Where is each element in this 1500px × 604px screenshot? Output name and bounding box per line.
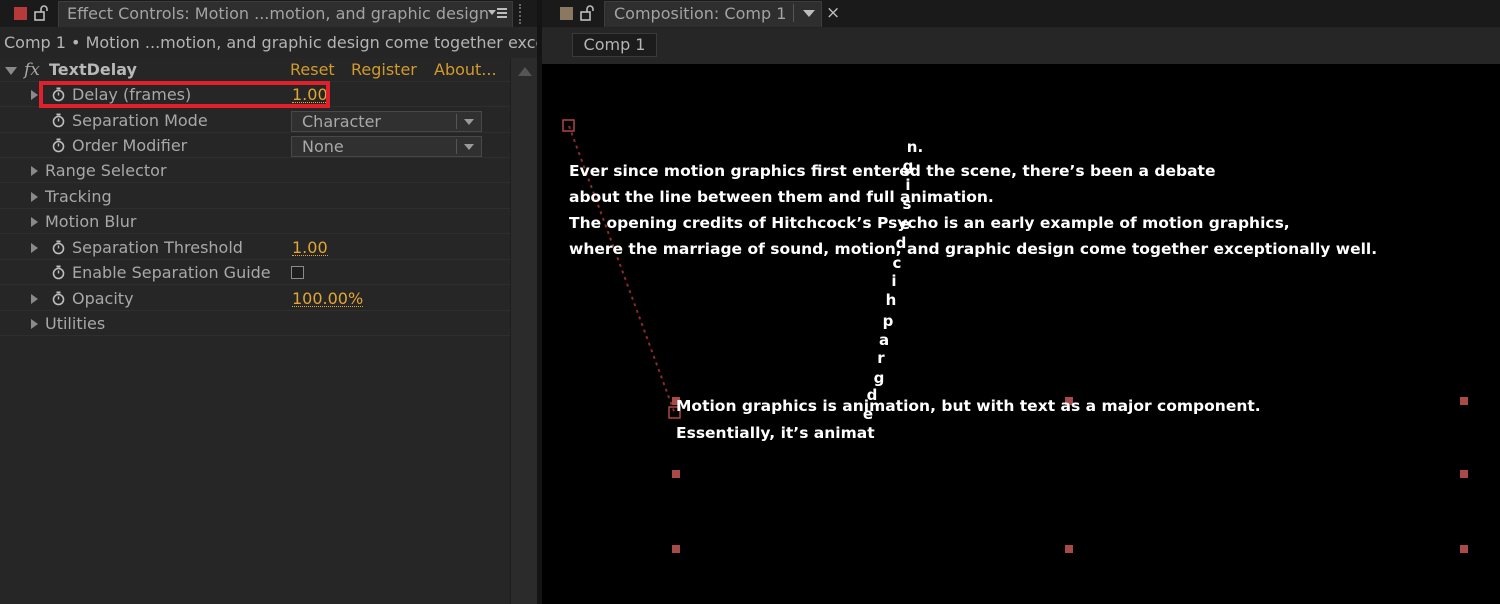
falling-char: p	[882, 312, 894, 330]
property-group-motion-blur[interactable]: Motion Blur	[0, 209, 510, 234]
comp-text-line-3: The opening credits of Hitchcock’s Psych…	[569, 214, 1290, 232]
range-selector-label: Range Selector	[45, 161, 167, 180]
separation-mode-dropdown[interactable]: Character	[291, 111, 482, 132]
layer-handle-bottom-middle[interactable]	[1065, 545, 1073, 553]
lock-icon[interactable]	[580, 5, 594, 21]
order-modifier-dropdown[interactable]: None	[291, 136, 482, 157]
tab-separator	[793, 4, 794, 22]
register-link[interactable]: Register	[351, 57, 417, 82]
comp-text2-line-2: Essentially, it’s animat	[676, 424, 875, 442]
falling-char: a	[878, 331, 890, 349]
effect-header-row[interactable]: fx TextDelay Reset Register About...	[0, 58, 510, 82]
falling-char: r	[877, 349, 885, 367]
layer-handle-bottom-right[interactable]	[1460, 545, 1468, 553]
comp-text-line-2: about the line between them and full ani…	[569, 188, 994, 206]
panel-grip[interactable]	[519, 4, 525, 24]
falling-char: d	[895, 234, 907, 252]
panel-menu-icon[interactable]	[486, 3, 510, 23]
separation-threshold-label: Separation Threshold	[72, 238, 243, 257]
falling-char: g	[873, 369, 885, 387]
effect-controls-tabbar: Effect Controls: Motion ...motion, and g…	[0, 0, 537, 27]
falling-char: s	[902, 195, 912, 213]
separation-mode-value: Character	[302, 112, 381, 131]
stopwatch-icon[interactable]	[51, 265, 66, 280]
composition-navigator: Comp 1	[542, 28, 1500, 64]
expand-triangle-icon[interactable]	[31, 243, 38, 253]
opacity-value[interactable]: 100.00%	[292, 286, 364, 308]
falling-char: e	[899, 215, 911, 233]
property-row-separation-mode[interactable]: Separation Mode Character	[0, 108, 510, 133]
chevron-down-icon[interactable]	[803, 10, 815, 17]
fx-icon[interactable]: fx	[24, 58, 40, 82]
motion-path-overlay	[562, 119, 681, 419]
layer-handle-top-right[interactable]	[1460, 397, 1468, 405]
falling-char: i	[905, 176, 911, 194]
reset-link[interactable]: Reset	[290, 57, 335, 82]
lock-icon[interactable]	[34, 5, 48, 21]
falling-char: h	[885, 291, 897, 309]
chevron-down-icon[interactable]	[464, 119, 474, 125]
highlight-box	[39, 81, 330, 108]
falling-char: i	[891, 272, 897, 290]
expand-triangle-icon[interactable]	[31, 294, 38, 304]
scroll-up-icon[interactable]	[518, 67, 532, 76]
falling-char: c	[892, 254, 902, 272]
tracking-label: Tracking	[45, 187, 112, 206]
order-modifier-value: None	[302, 137, 344, 156]
stopwatch-icon[interactable]	[51, 291, 66, 306]
comp-breadcrumb-button[interactable]: Comp 1	[572, 33, 657, 57]
property-row-separation-threshold[interactable]: Separation Threshold 1.00	[0, 235, 510, 260]
composition-tabbar: Composition: Comp 1 ×	[542, 0, 1500, 27]
tab-composition[interactable]: Composition: Comp 1	[604, 1, 822, 27]
stopwatch-icon[interactable]	[51, 240, 66, 255]
opacity-label: Opacity	[72, 289, 134, 308]
layer-handle-middle-left[interactable]	[672, 470, 680, 478]
expand-triangle-icon[interactable]	[31, 166, 38, 176]
separation-mode-label: Separation Mode	[72, 111, 208, 130]
comp-text-line-4: where the marriage of sound, motion, and…	[569, 240, 1378, 258]
close-icon[interactable]: ×	[826, 2, 840, 24]
layer-handle-bottom-left[interactable]	[672, 545, 680, 553]
anchor-point-start	[562, 119, 575, 132]
comp-text2-line-1: Motion graphics is animation, but with t…	[676, 397, 1261, 415]
about-link[interactable]: About...	[434, 57, 497, 82]
tab-effect-controls[interactable]: Effect Controls: Motion ...motion, and g…	[58, 1, 513, 27]
tab-effect-controls-label: Effect Controls: Motion ...motion, and g…	[67, 4, 489, 23]
collapse-triangle-icon[interactable]	[5, 67, 17, 75]
property-group-tracking[interactable]: Tracking	[0, 184, 510, 209]
order-modifier-label: Order Modifier	[72, 136, 188, 155]
chevron-down-icon[interactable]	[464, 144, 474, 150]
tab-composition-label: Composition: Comp 1	[614, 4, 787, 23]
panel-color-swatch[interactable]	[14, 7, 27, 20]
effect-name: TextDelay	[49, 60, 137, 79]
utilities-label: Utilities	[45, 314, 106, 333]
breadcrumb-label: Comp 1 • Motion ...motion, and graphic d…	[4, 33, 537, 52]
stopwatch-icon[interactable]	[51, 113, 66, 128]
expand-triangle-icon[interactable]	[31, 319, 38, 329]
falling-char: n.	[906, 138, 924, 156]
separation-threshold-value[interactable]: 1.00	[292, 235, 328, 257]
expand-triangle-icon[interactable]	[31, 217, 38, 227]
expand-triangle-icon[interactable]	[31, 192, 38, 202]
panel-color-swatch[interactable]	[560, 7, 573, 20]
expand-triangle-icon[interactable]	[31, 90, 38, 100]
effect-controls-breadcrumb: Comp 1 • Motion ...motion, and graphic d…	[0, 28, 537, 58]
dropdown-separator	[456, 114, 457, 129]
property-row-enable-separation-guide[interactable]: Enable Separation Guide	[0, 260, 510, 285]
layer-handle-middle-right[interactable]	[1460, 470, 1468, 478]
comp-text-line-1: Ever since motion graphics first entered…	[569, 162, 1216, 180]
property-group-utilities[interactable]: Utilities	[0, 311, 510, 336]
stopwatch-icon[interactable]	[51, 138, 66, 153]
dropdown-separator	[456, 139, 457, 154]
property-group-range-selector[interactable]: Range Selector	[0, 158, 510, 183]
falling-char: g	[902, 157, 914, 175]
motion-blur-label: Motion Blur	[45, 212, 137, 231]
enable-separation-guide-checkbox[interactable]	[291, 266, 304, 279]
property-row-order-modifier[interactable]: Order Modifier None	[0, 133, 510, 158]
enable-separation-guide-label: Enable Separation Guide	[72, 263, 271, 282]
property-row-opacity[interactable]: Opacity 100.00%	[0, 286, 510, 311]
effect-controls-scrollbar[interactable]	[510, 58, 537, 604]
